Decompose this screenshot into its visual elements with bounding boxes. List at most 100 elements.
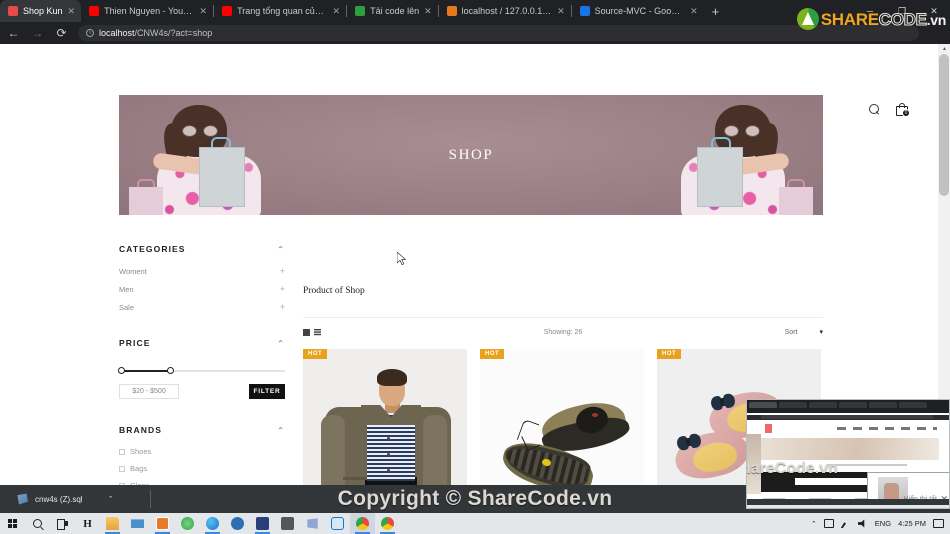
price-slider-max-handle[interactable] (167, 367, 174, 374)
taskbar-app-chrome[interactable] (350, 513, 375, 534)
filter-button[interactable]: FILTER (249, 384, 285, 399)
folder-icon (106, 517, 119, 530)
clock[interactable]: 4:25 PM (898, 519, 926, 528)
site-info-icon[interactable]: i (86, 29, 94, 37)
plus-icon[interactable]: + (280, 302, 285, 312)
categories-header[interactable]: CATEGORIES ⌃ (119, 234, 285, 262)
forward-icon[interactable]: → (30, 26, 45, 40)
chrome-icon (356, 517, 369, 530)
tab-close-icon[interactable]: ✕ (690, 6, 698, 16)
brand-item[interactable]: Glass (119, 477, 285, 485)
download-menu-caret-icon[interactable]: ⌃ (108, 495, 114, 503)
tab-close-icon[interactable]: ✕ (68, 6, 76, 16)
price-header[interactable]: PRICE ⌃ (119, 328, 285, 356)
taskbar-items: H (0, 513, 400, 534)
tab-favicon (89, 6, 100, 16)
taskbar-app-sublime[interactable] (150, 513, 175, 534)
category-item[interactable]: Woment + (119, 262, 285, 280)
product-image-shape (343, 477, 367, 480)
chevron-up-icon[interactable]: ⌃ (277, 426, 285, 435)
category-item[interactable]: Sale + (119, 298, 285, 316)
back-icon[interactable]: ← (6, 26, 21, 40)
list-view-icon[interactable] (314, 328, 321, 336)
taskbar-app-xampp[interactable] (175, 513, 200, 534)
pip-browser-chrome (747, 400, 949, 413)
taskbar-app-visual-studio[interactable] (275, 513, 300, 534)
browser-tab[interactable]: Source-MVC - Google Drive ✕ (572, 0, 704, 22)
taskbar-app-file-explorer[interactable] (100, 513, 125, 534)
checkbox-icon[interactable] (119, 465, 125, 472)
xampp-icon (181, 517, 194, 530)
tab-close-icon[interactable]: ✕ (333, 6, 341, 16)
wifi-icon[interactable] (840, 519, 851, 528)
sublime-icon (156, 517, 169, 530)
start-button[interactable] (0, 513, 25, 534)
taskbar-app-teams[interactable] (300, 513, 325, 534)
page-banner: SHOP (119, 95, 823, 215)
browser-tab[interactable]: Shop Kun ✕ (0, 0, 82, 22)
battery-icon[interactable] (823, 519, 834, 528)
sort-dropdown[interactable]: Sort ▾ (785, 328, 823, 337)
grid-view-icon[interactable] (303, 328, 310, 336)
notifications-icon[interactable] (933, 519, 944, 528)
task-view-button[interactable] (50, 513, 75, 534)
taskbar-app-mail[interactable] (125, 513, 150, 534)
address-bar[interactable]: i localhost/CNW4s/?act=shop (78, 25, 919, 41)
pip-address-bar (761, 414, 933, 419)
language-indicator[interactable]: ENG (875, 519, 891, 528)
taskbar-app-haxm[interactable]: H (75, 513, 100, 534)
pip-tab (779, 402, 807, 408)
product-image-shape (321, 415, 345, 485)
browser-tab[interactable]: Tải code lên ✕ (347, 0, 438, 22)
chevron-up-icon[interactable]: ⌃ (277, 245, 285, 254)
new-tab-button[interactable]: + (704, 2, 728, 22)
chevron-up-icon[interactable]: ⌃ (277, 339, 285, 348)
reload-icon[interactable]: ⟳ (54, 26, 69, 40)
scroll-up-arrow-icon[interactable]: ▲ (942, 46, 947, 52)
picture-in-picture-thumbnail[interactable]: hareCode.vn Hiển thị tất ✕ (746, 399, 950, 509)
download-item[interactable]: cnw4s (Z).sql ⌃ (0, 493, 140, 505)
taskbar-app-rocket[interactable] (225, 513, 250, 534)
scrollbar-thumb[interactable] (939, 54, 949, 196)
price-slider-min-handle[interactable] (118, 367, 125, 374)
product-card[interactable]: HOT (480, 349, 644, 485)
brands-header[interactable]: BRANDS ⌃ (119, 415, 285, 443)
category-label: Woment (119, 266, 147, 276)
price-title: PRICE (119, 338, 151, 348)
search-icon[interactable] (869, 104, 880, 115)
header-icons: 0 (869, 103, 910, 117)
volume-icon[interactable] (857, 519, 865, 528)
categories-block: CATEGORIES ⌃ Woment + Men + Sale + (119, 234, 285, 316)
taskbar-app-zalo[interactable] (325, 513, 350, 534)
hot-badge: HOT (657, 349, 682, 359)
browser-tab[interactable]: Trang tổng quan của kênh - ✕ (214, 0, 346, 22)
taskbar-app-edge[interactable] (200, 513, 225, 534)
taskbar-app-chrome-2[interactable] (375, 513, 400, 534)
browser-tab[interactable]: localhost / 127.0.0.1 / cnw4s ✕ (439, 0, 571, 22)
pip-tab (809, 402, 837, 408)
price-slider[interactable] (118, 367, 285, 374)
tab-close-icon[interactable]: ✕ (200, 6, 208, 16)
chevron-down-icon[interactable]: ▾ (819, 328, 823, 336)
haxm-icon: H (83, 517, 92, 530)
category-label: Sale (119, 302, 135, 312)
product-image-shape (387, 469, 390, 472)
checkbox-icon[interactable] (119, 448, 125, 455)
tray-expand-chevron-icon[interactable]: ⌃ (811, 520, 817, 528)
mouse-cursor (397, 252, 406, 265)
sharecode-mark-icon (796, 8, 819, 30)
plus-icon[interactable]: + (280, 284, 285, 294)
taskbar-search-button[interactable] (25, 513, 50, 534)
tab-close-icon[interactable]: ✕ (424, 6, 432, 16)
plus-icon[interactable]: + (280, 266, 285, 276)
brand-item[interactable]: Shoes (119, 443, 285, 460)
brand-item[interactable]: Bags (119, 460, 285, 477)
browser-tab[interactable]: Thien Nguyen - YouTube ✕ (81, 0, 213, 22)
product-card[interactable]: HOT (303, 349, 467, 485)
tab-title: Trang tổng quan của kênh - (237, 6, 327, 16)
cart-bag-icon[interactable]: 0 (896, 103, 910, 117)
category-item[interactable]: Men + (119, 280, 285, 298)
taskbar-app-sql-server[interactable] (250, 513, 275, 534)
tab-title: Tải code lên (370, 6, 420, 16)
tab-close-icon[interactable]: ✕ (557, 6, 565, 16)
